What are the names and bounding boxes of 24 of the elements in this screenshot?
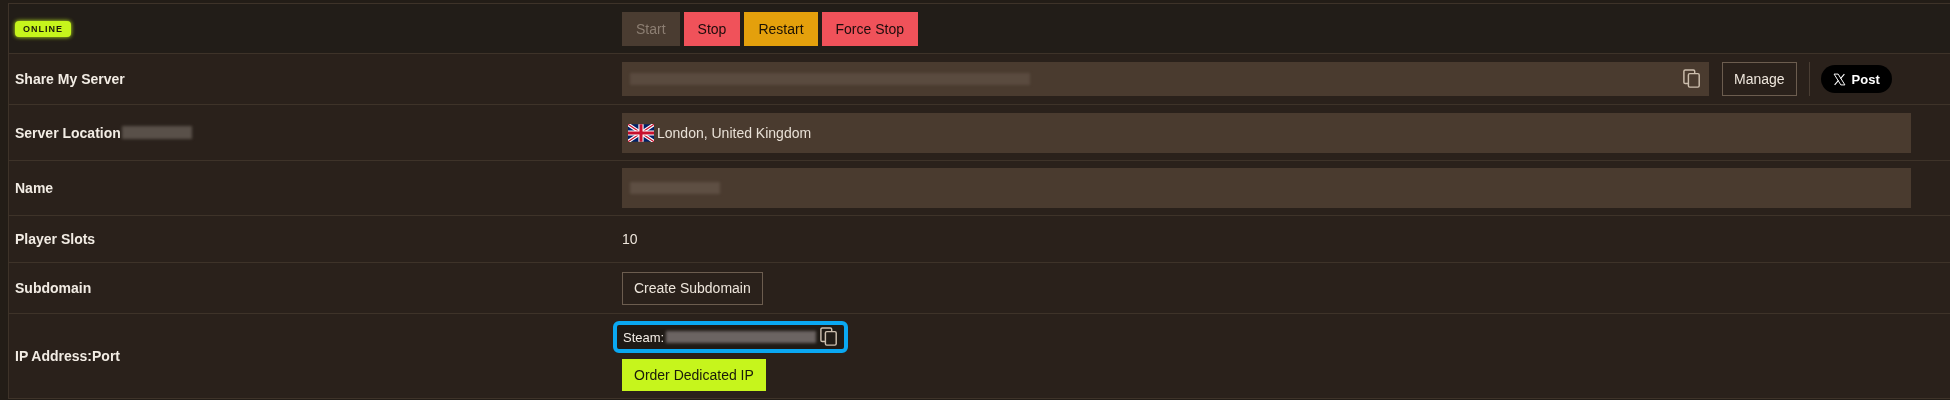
row-label: Server Location — [15, 124, 121, 141]
redaction-blur — [121, 126, 192, 139]
copy-icon[interactable] — [820, 327, 839, 347]
create-subdomain-button[interactable]: Create Subdomain — [622, 271, 763, 305]
player-slots-value: 10 — [622, 231, 638, 247]
row-label: Name — [15, 180, 54, 196]
row-label: Player Slots — [15, 231, 96, 247]
name-field[interactable] — [622, 168, 1911, 208]
power-button[interactable]: Restart — [744, 11, 818, 46]
row-label: Share My Server — [15, 71, 125, 87]
manage-button[interactable]: Manage — [1722, 62, 1797, 96]
uk-flag-icon — [628, 123, 654, 142]
power-button[interactable]: Force Stop — [821, 11, 918, 46]
row-label: Subdomain — [15, 280, 92, 296]
location-field: London, United Kingdom — [622, 112, 1911, 153]
power-button[interactable]: Stop — [683, 11, 741, 46]
row-label: IP Address:Port — [15, 348, 121, 364]
share-link-field[interactable] — [622, 62, 1709, 96]
ip-prefix: Steam: — [623, 329, 665, 345]
status-badge: ONLINE — [15, 20, 71, 37]
post-button[interactable]: Post — [1820, 65, 1892, 93]
order-dedicated-ip-button[interactable]: Order Dedicated IP — [622, 359, 766, 391]
copy-icon[interactable] — [1683, 69, 1701, 89]
x-logo-icon — [1832, 72, 1846, 86]
